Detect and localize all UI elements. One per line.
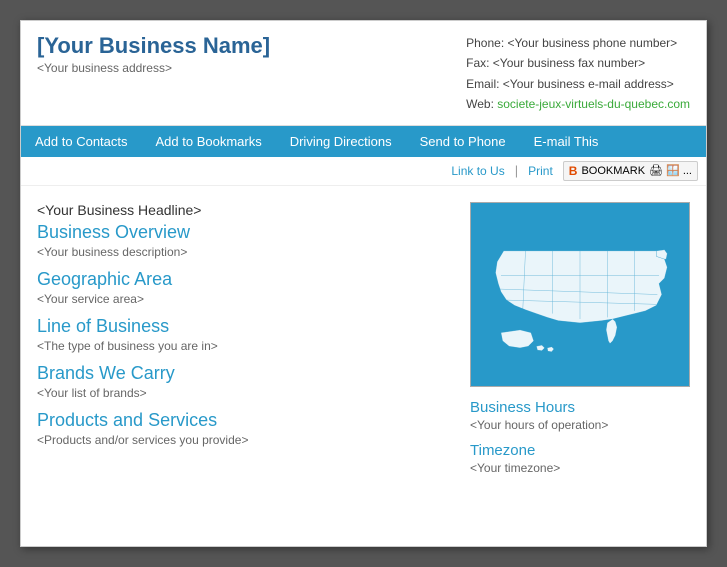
web-info: Web: societe-jeux-virtuels-du-quebec.com — [466, 94, 690, 114]
us-map — [470, 202, 690, 387]
geo-title: Geographic Area — [37, 269, 454, 290]
toolbar-row: Link to Us | Print B BOOKMARK 🖨 🪟 ... — [21, 157, 706, 186]
bookmark-badge[interactable]: B BOOKMARK 🖨 🪟 ... — [563, 161, 698, 181]
web-url-link[interactable]: societe-jeux-virtuels-du-quebec.com — [497, 97, 690, 111]
overview-title: Business Overview — [37, 222, 454, 243]
map-svg — [471, 203, 689, 386]
geo-desc: <Your service area> — [37, 292, 454, 306]
products-title: Products and Services — [37, 410, 454, 431]
business-name: [Your Business Name] — [37, 33, 270, 59]
nav-add-contacts[interactable]: Add to Contacts — [21, 126, 142, 157]
left-column: <Your Business Headline> Business Overvi… — [37, 202, 454, 530]
header-left: [Your Business Name] <Your business addr… — [37, 33, 270, 75]
link-to-us-link[interactable]: Link to Us — [451, 164, 504, 178]
hours-desc: <Your hours of operation> — [470, 418, 690, 432]
print-link[interactable]: Print — [528, 164, 553, 178]
right-column: Business Hours <Your hours of operation>… — [470, 202, 690, 530]
header: [Your Business Name] <Your business addr… — [21, 21, 706, 126]
products-desc: <Products and/or services you provide> — [37, 433, 454, 447]
brands-desc: <Your list of brands> — [37, 386, 454, 400]
header-right: Phone: <Your business phone number> Fax:… — [466, 33, 690, 115]
bookmark-icons: 🖨 🪟 ... — [649, 164, 692, 177]
nav-send-to-phone[interactable]: Send to Phone — [406, 126, 520, 157]
lob-desc: <The type of business you are in> — [37, 339, 454, 353]
brands-title: Brands We Carry — [37, 363, 454, 384]
main-content: <Your Business Headline> Business Overvi… — [21, 186, 706, 546]
toolbar-separator: | — [515, 163, 518, 178]
bookmark-icon: B — [569, 164, 578, 178]
navbar: Add to Contacts Add to Bookmarks Driving… — [21, 126, 706, 157]
nav-email-this[interactable]: E-mail This — [520, 126, 613, 157]
lob-title: Line of Business — [37, 316, 454, 337]
web-label: Web: — [466, 97, 497, 111]
fax-info: Fax: <Your business fax number> — [466, 53, 690, 73]
timezone-desc: <Your timezone> — [470, 461, 690, 475]
phone-info: Phone: <Your business phone number> — [466, 33, 690, 53]
hours-title: Business Hours — [470, 399, 690, 416]
nav-driving-directions[interactable]: Driving Directions — [276, 126, 406, 157]
business-address: <Your business address> — [37, 61, 270, 75]
nav-add-bookmarks[interactable]: Add to Bookmarks — [142, 126, 276, 157]
page-wrapper: [Your Business Name] <Your business addr… — [20, 20, 707, 547]
overview-desc: <Your business description> — [37, 245, 454, 259]
business-headline: <Your Business Headline> — [37, 202, 454, 218]
timezone-title: Timezone — [470, 442, 690, 459]
bookmark-label: BOOKMARK — [581, 165, 645, 177]
email-info: Email: <Your business e-mail address> — [466, 74, 690, 94]
